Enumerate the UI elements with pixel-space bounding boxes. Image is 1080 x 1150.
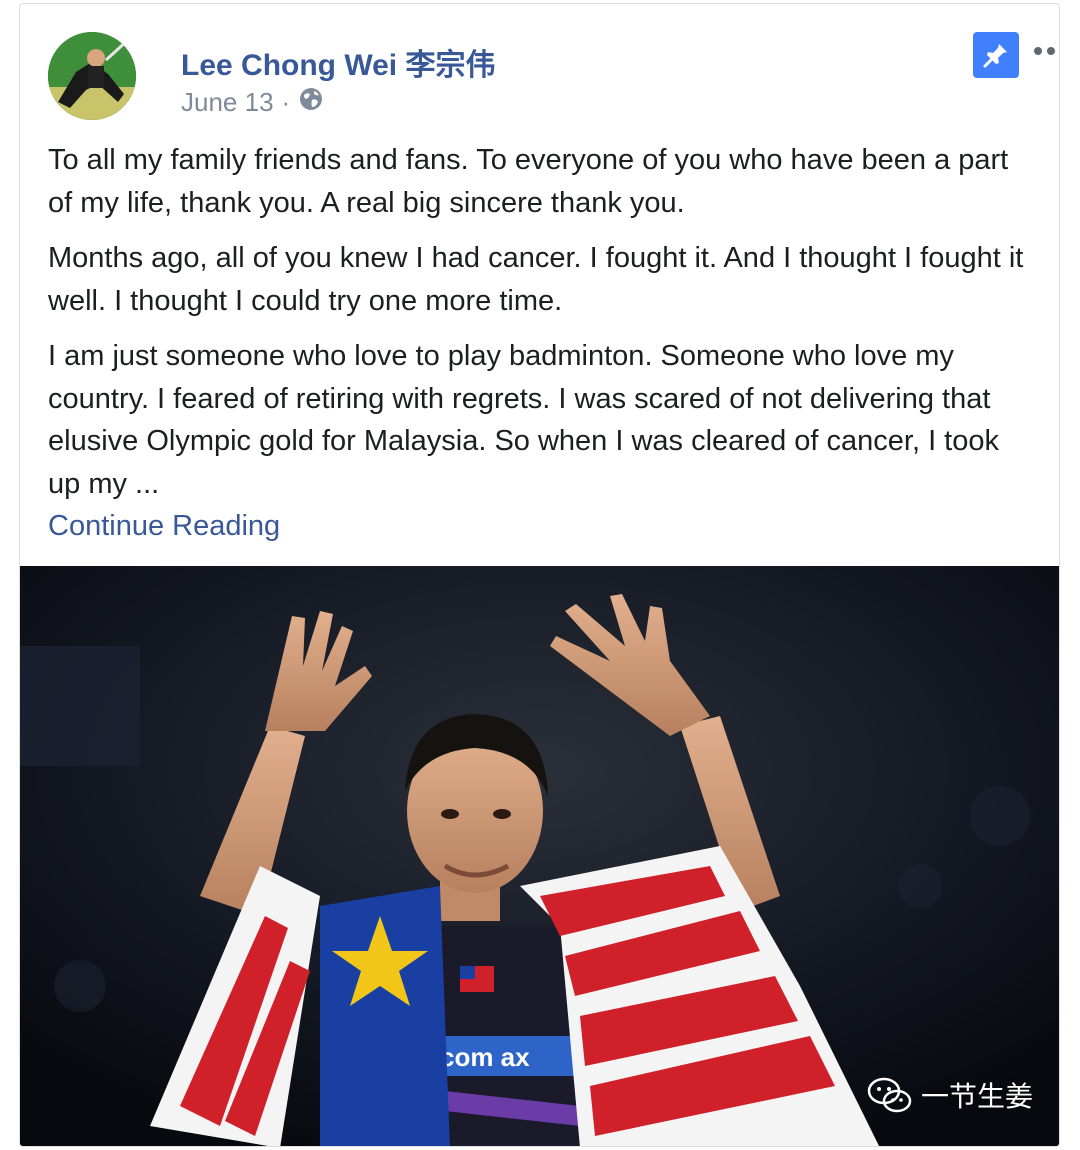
watermark-text: 一节生姜 [921, 1080, 1034, 1113]
post-header: Lee Chong Wei 李宗伟 June 13 · [48, 32, 1055, 122]
continue-reading-link[interactable]: Continue Reading [48, 505, 1038, 548]
post-body: To all my family friends and fans. To ev… [48, 139, 1038, 548]
author-name[interactable]: Lee Chong Wei 李宗伟 [181, 40, 495, 84]
athlete-photo: com ax [20, 566, 1059, 1146]
post-paragraph: To all my family friends and fans. To ev… [48, 144, 1009, 219]
author-avatar[interactable] [48, 32, 136, 120]
more-options-button[interactable] [1031, 36, 1059, 66]
jersey-text: com ax [440, 1042, 530, 1072]
pin-button[interactable] [973, 32, 1019, 78]
wechat-icon [867, 1077, 912, 1113]
post-meta: June 13 · [181, 86, 324, 118]
avatar-image [48, 32, 136, 120]
watermark: 一节生姜 [867, 1075, 1033, 1115]
meta-separator: · [281, 86, 291, 117]
pushpin-icon [983, 44, 1007, 68]
post-card: Lee Chong Wei 李宗伟 June 13 · To all my fa… [19, 3, 1060, 1147]
more-options-icon [1034, 47, 1055, 55]
post-paragraph: I am just someone who love to play badmi… [48, 340, 999, 500]
post-photo[interactable]: com ax [20, 566, 1059, 1146]
post-date[interactable]: June 13 [181, 87, 274, 118]
post-paragraph: Months ago, all of you knew I had cancer… [48, 242, 1024, 317]
globe-icon[interactable] [298, 86, 324, 119]
